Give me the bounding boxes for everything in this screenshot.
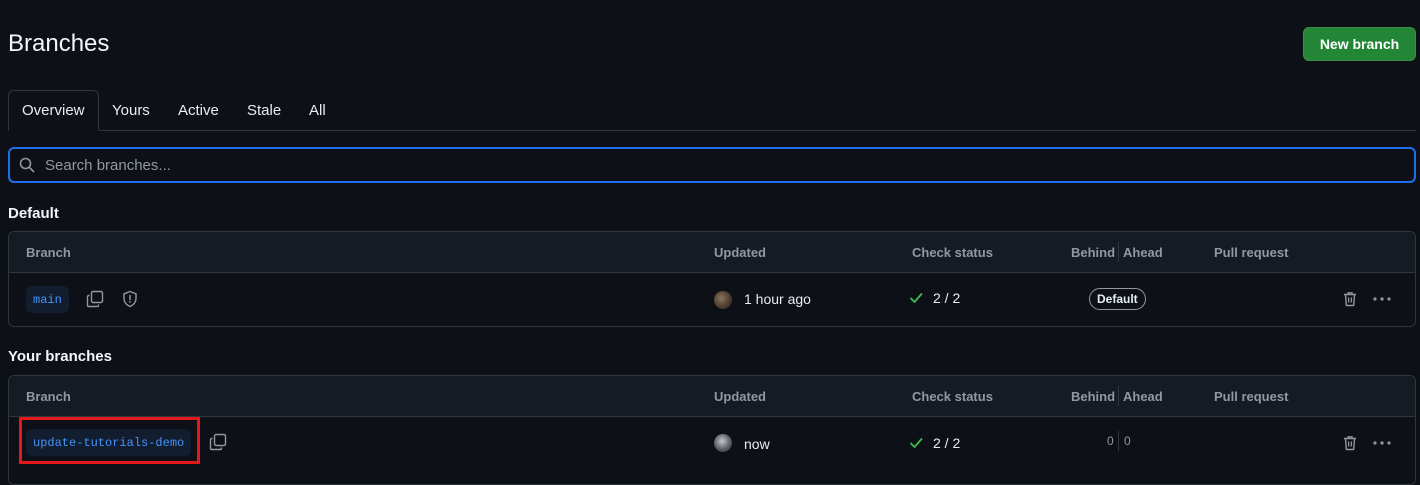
copy-icon[interactable] xyxy=(209,433,227,451)
check-count: 2 / 2 xyxy=(933,435,960,451)
page-title: Branches xyxy=(8,30,109,58)
trash-icon[interactable] xyxy=(1341,290,1359,308)
new-branch-button[interactable]: New branch xyxy=(1303,27,1416,61)
column-ahead: Ahead xyxy=(1123,389,1163,404)
section-label-default: Default xyxy=(8,205,59,222)
search-box xyxy=(8,147,1416,183)
check-count: 2 / 2 xyxy=(933,290,960,306)
table-row: update-tutorials-demo now 2 / 2 0 0 xyxy=(9,417,1415,470)
check-status[interactable]: 2 / 2 xyxy=(909,435,960,451)
table-header: Branch Updated Check status Behind Ahead… xyxy=(9,232,1415,273)
column-pull-request: Pull request xyxy=(1214,245,1288,260)
kebab-icon[interactable] xyxy=(1372,290,1392,308)
shield-icon[interactable] xyxy=(121,290,139,308)
branch-tabs: Overview Yours Active Stale All xyxy=(8,90,1416,131)
default-branches-table: Branch Updated Check status Behind Ahead… xyxy=(8,231,1416,327)
tab-yours[interactable]: Yours xyxy=(99,90,163,130)
column-pull-request: Pull request xyxy=(1214,389,1288,404)
avatar xyxy=(714,291,732,309)
highlight-box xyxy=(19,417,200,464)
avatar xyxy=(714,434,732,452)
tab-stale[interactable]: Stale xyxy=(234,90,294,130)
column-check-status: Check status xyxy=(912,245,993,260)
default-badge: Default xyxy=(1089,288,1146,310)
table-header: Branch Updated Check status Behind Ahead… xyxy=(9,376,1415,417)
column-updated: Updated xyxy=(714,389,766,404)
section-label-your-branches: Your branches xyxy=(8,348,112,365)
check-icon xyxy=(909,436,923,450)
kebab-icon[interactable] xyxy=(1372,434,1392,452)
tab-overview[interactable]: Overview xyxy=(8,90,99,131)
column-branch: Branch xyxy=(26,245,71,260)
column-behind: Behind xyxy=(1071,389,1115,404)
column-check-status: Check status xyxy=(912,389,993,404)
search-input[interactable] xyxy=(43,156,1347,175)
tab-all[interactable]: All xyxy=(296,90,339,130)
column-behind: Behind xyxy=(1071,245,1115,260)
branch-name-link[interactable]: main xyxy=(26,286,69,313)
updated-time: 1 hour ago xyxy=(744,291,811,307)
copy-icon[interactable] xyxy=(86,290,104,308)
column-branch: Branch xyxy=(26,389,71,404)
updated-time: now xyxy=(744,436,770,452)
tab-active[interactable]: Active xyxy=(165,90,232,130)
column-updated: Updated xyxy=(714,245,766,260)
check-status[interactable]: 2 / 2 xyxy=(909,290,960,306)
behind-count: 0 xyxy=(1107,434,1114,448)
your-branches-table: Branch Updated Check status Behind Ahead… xyxy=(8,375,1416,485)
ahead-count: 0 xyxy=(1124,434,1131,448)
trash-icon[interactable] xyxy=(1341,434,1359,452)
check-icon xyxy=(909,291,923,305)
search-icon xyxy=(19,157,35,173)
column-ahead: Ahead xyxy=(1123,245,1163,260)
table-row: main 1 hour ago 2 / 2 Default xyxy=(9,273,1415,326)
